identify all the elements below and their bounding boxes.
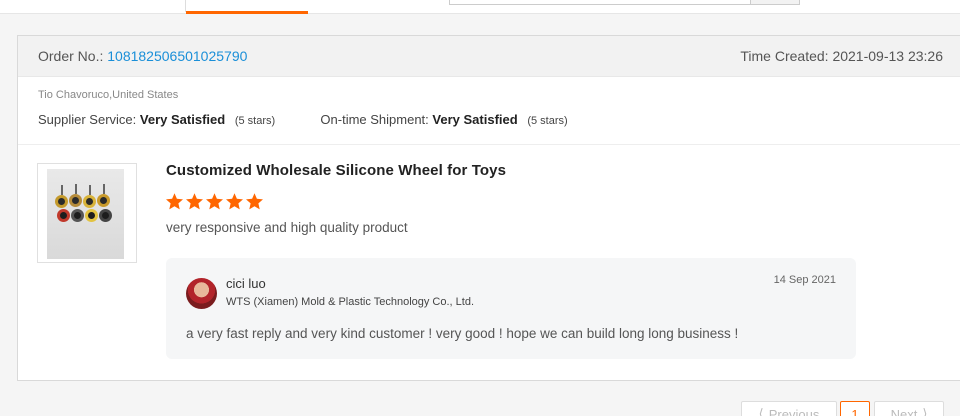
pagination-next-label: Next: [890, 406, 918, 416]
order-header: Order No.: 108182506501025790 Time Creat…: [18, 36, 960, 77]
shipment-value: Very Satisfied: [432, 112, 518, 127]
product-rating-stars: [165, 192, 264, 211]
supplier-service-label: Supplier Service:: [38, 112, 137, 127]
pagination-prev-button[interactable]: ⟨ Previous: [741, 401, 837, 416]
time-created-value: 2021-09-13 23:26: [832, 48, 943, 64]
active-tab-indicator: [186, 11, 308, 14]
review-text: very responsive and high quality product: [166, 220, 408, 235]
replier-name: cici luo: [226, 276, 266, 291]
order-number-label: Order No.:: [38, 48, 104, 64]
star-icon: [226, 193, 243, 210]
pagination-page-1[interactable]: 1: [840, 401, 870, 416]
reply-text: a very fast reply and very kind customer…: [186, 326, 739, 341]
shipment-stars: (5 stars): [527, 115, 568, 127]
pagination-next-button[interactable]: Next ⟩: [874, 401, 944, 416]
order-number: Order No.: 108182506501025790: [38, 48, 247, 64]
reply-date: 14 Sep 2021: [773, 274, 836, 286]
chevron-left-icon: ⟨: [758, 406, 764, 416]
product-image: [47, 169, 124, 259]
supplier-service-stars: (5 stars): [234, 115, 276, 127]
product-thumbnail[interactable]: [37, 163, 137, 263]
replier-company: WTS (Xiamen) Mold & Plastic Technology C…: [226, 296, 475, 308]
star-icon: [166, 193, 183, 210]
review-meta: Tio Chavoruco,United States Supplier Ser…: [18, 77, 960, 145]
product-title[interactable]: Customized Wholesale Silicone Wheel for …: [166, 162, 506, 179]
search-button[interactable]: [751, 0, 800, 5]
pagination-prev-label: Previous: [768, 406, 820, 416]
supplier-reply: cici luo WTS (Xiamen) Mold & Plastic Tec…: [166, 258, 856, 359]
supplier-service-value: Very Satisfied: [139, 112, 226, 127]
star-icon: [186, 193, 203, 210]
order-number-link[interactable]: 108182506501025790: [107, 48, 247, 64]
avatar: [186, 278, 217, 309]
star-icon: [246, 193, 263, 210]
shipment-label: On-time Shipment:: [320, 112, 429, 127]
time-created-label: Time Created:: [740, 48, 829, 64]
service-ratings: Supplier Service: Very Satisfied (5 star…: [38, 112, 568, 127]
chevron-right-icon: ⟩: [922, 406, 928, 416]
buyer-name: Tio Chavoruco,United States: [38, 89, 179, 101]
time-created: Time Created: 2021-09-13 23:26: [740, 48, 943, 64]
star-icon: [206, 193, 223, 210]
search-input[interactable]: [449, 0, 751, 5]
